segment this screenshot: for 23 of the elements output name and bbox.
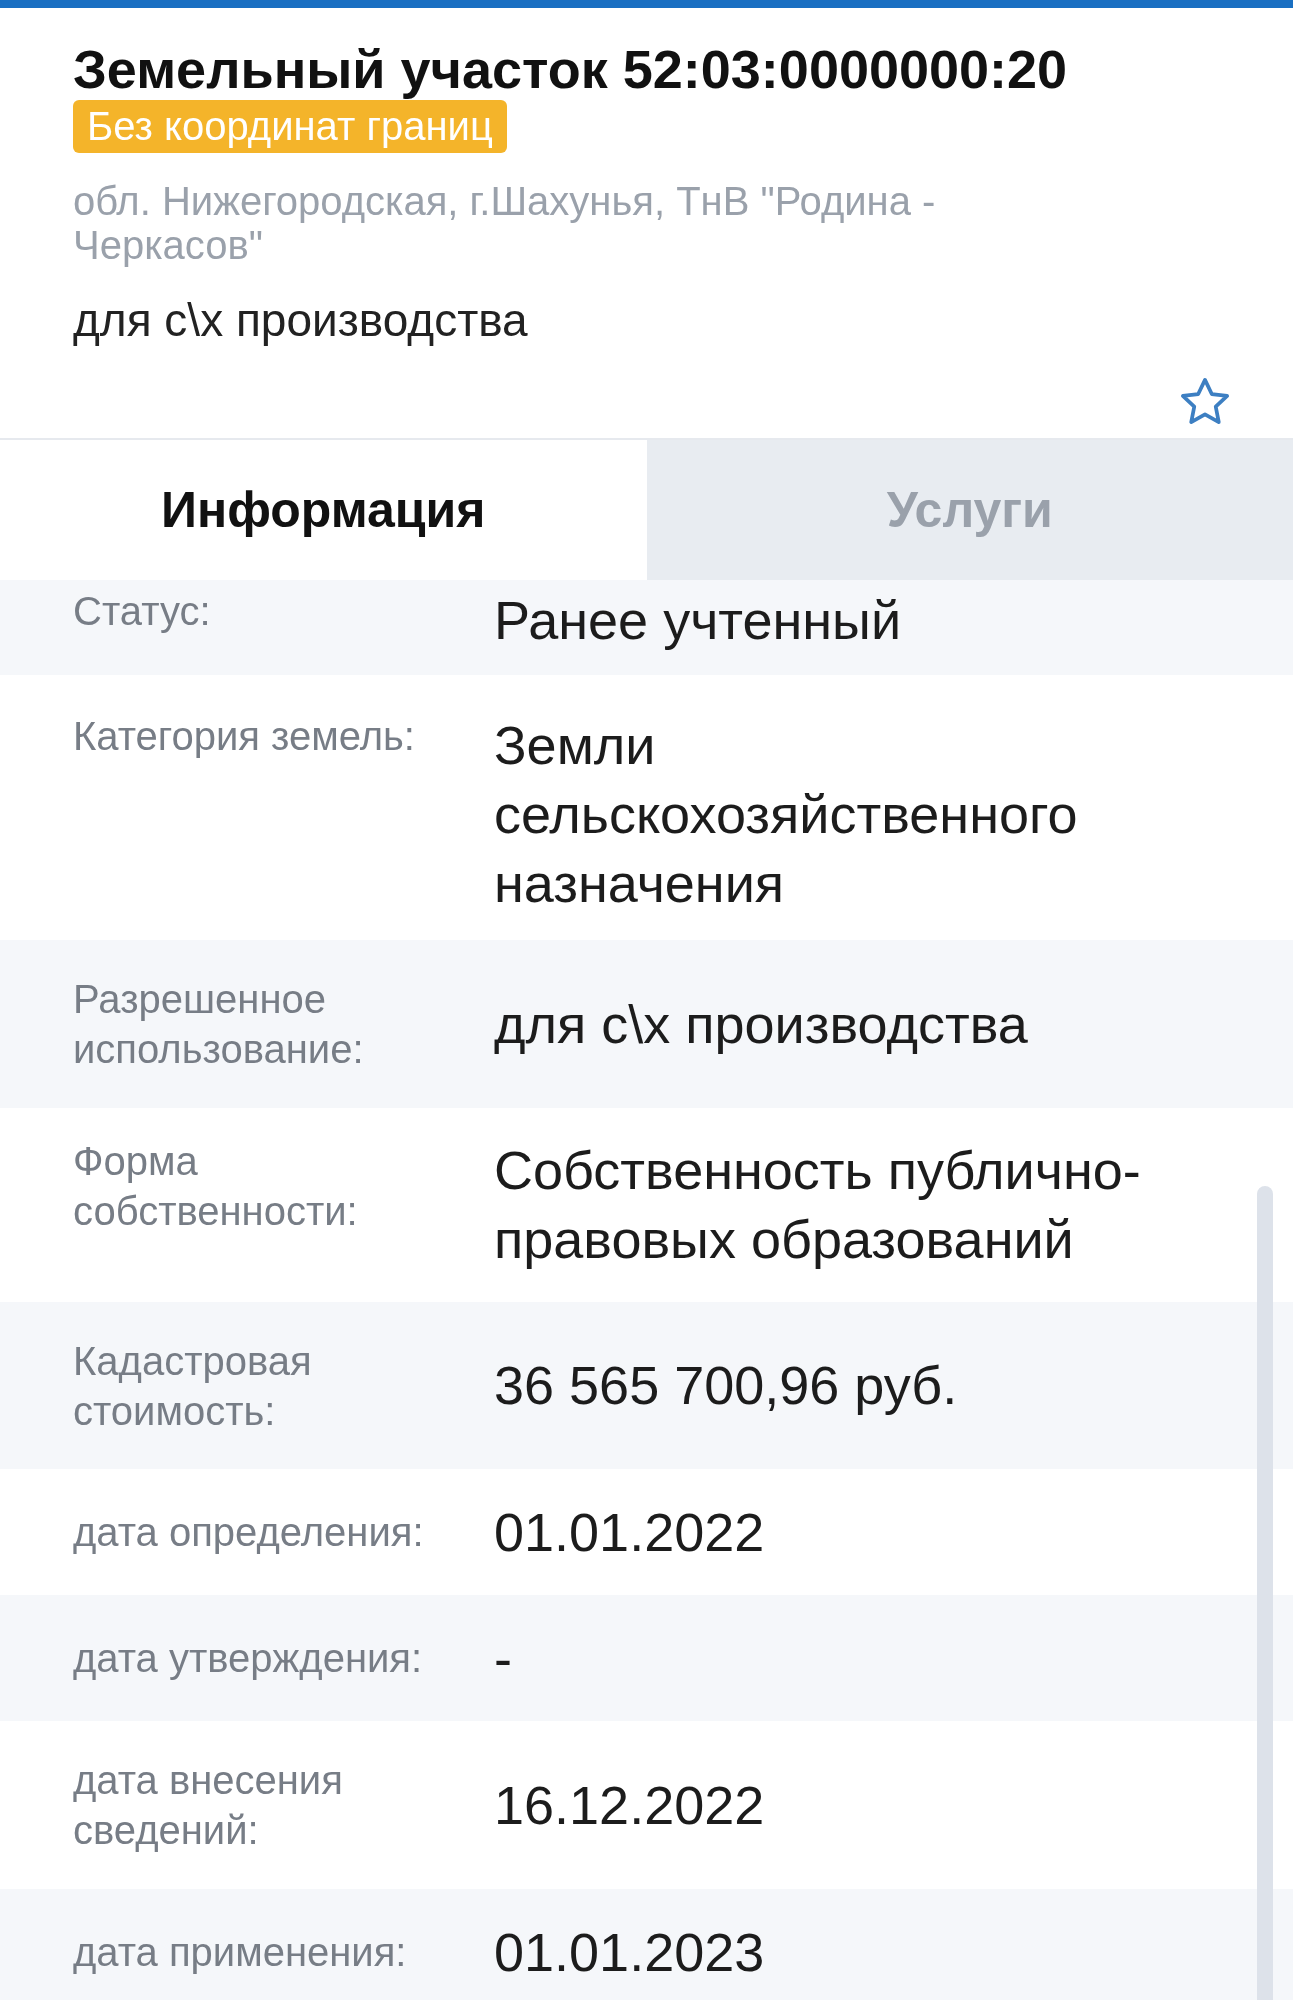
field-value: для с\х производства bbox=[494, 992, 1029, 1056]
field-label: Кадастровая стоимость: bbox=[73, 1337, 313, 1435]
field-value: Ранее учтенный bbox=[494, 589, 903, 652]
field-value: 16.12.2022 bbox=[494, 1773, 766, 1837]
field-label: дата применения: bbox=[73, 1929, 408, 1976]
purpose-text: для с\х производства bbox=[73, 293, 529, 348]
field-label: Статус: bbox=[73, 588, 212, 635]
field-value: - bbox=[494, 1626, 513, 1690]
field-label: дата определения: bbox=[73, 1509, 425, 1556]
field-label: Форма собственности: bbox=[73, 1138, 359, 1235]
field-label: Категория земель: bbox=[73, 713, 416, 760]
field-label: дата утверждения: bbox=[73, 1635, 424, 1682]
field-label: Разрешенное использование: bbox=[73, 976, 365, 1073]
field-value: 01.01.2022 bbox=[494, 1500, 766, 1564]
status-badge: Без координат границ bbox=[73, 100, 507, 154]
field-label: дата внесения сведений: bbox=[73, 1757, 344, 1854]
field-value: 01.01.2023 bbox=[494, 1920, 766, 1984]
field-value: Земли сельскохозяйственного назначения bbox=[494, 714, 1079, 915]
address-text: обл. Нижегородская, г.Шахунья, ТнВ "Родина - Черкасов" bbox=[73, 179, 937, 268]
field-value: Собственность публично-правовых образований bbox=[494, 1139, 1142, 1271]
field-value: 36 565 700,96 руб. bbox=[494, 1354, 959, 1417]
scrollbar[interactable] bbox=[1257, 1186, 1273, 2000]
plot-title: Земельный участок 52:03:0000000:20 bbox=[73, 38, 1069, 101]
